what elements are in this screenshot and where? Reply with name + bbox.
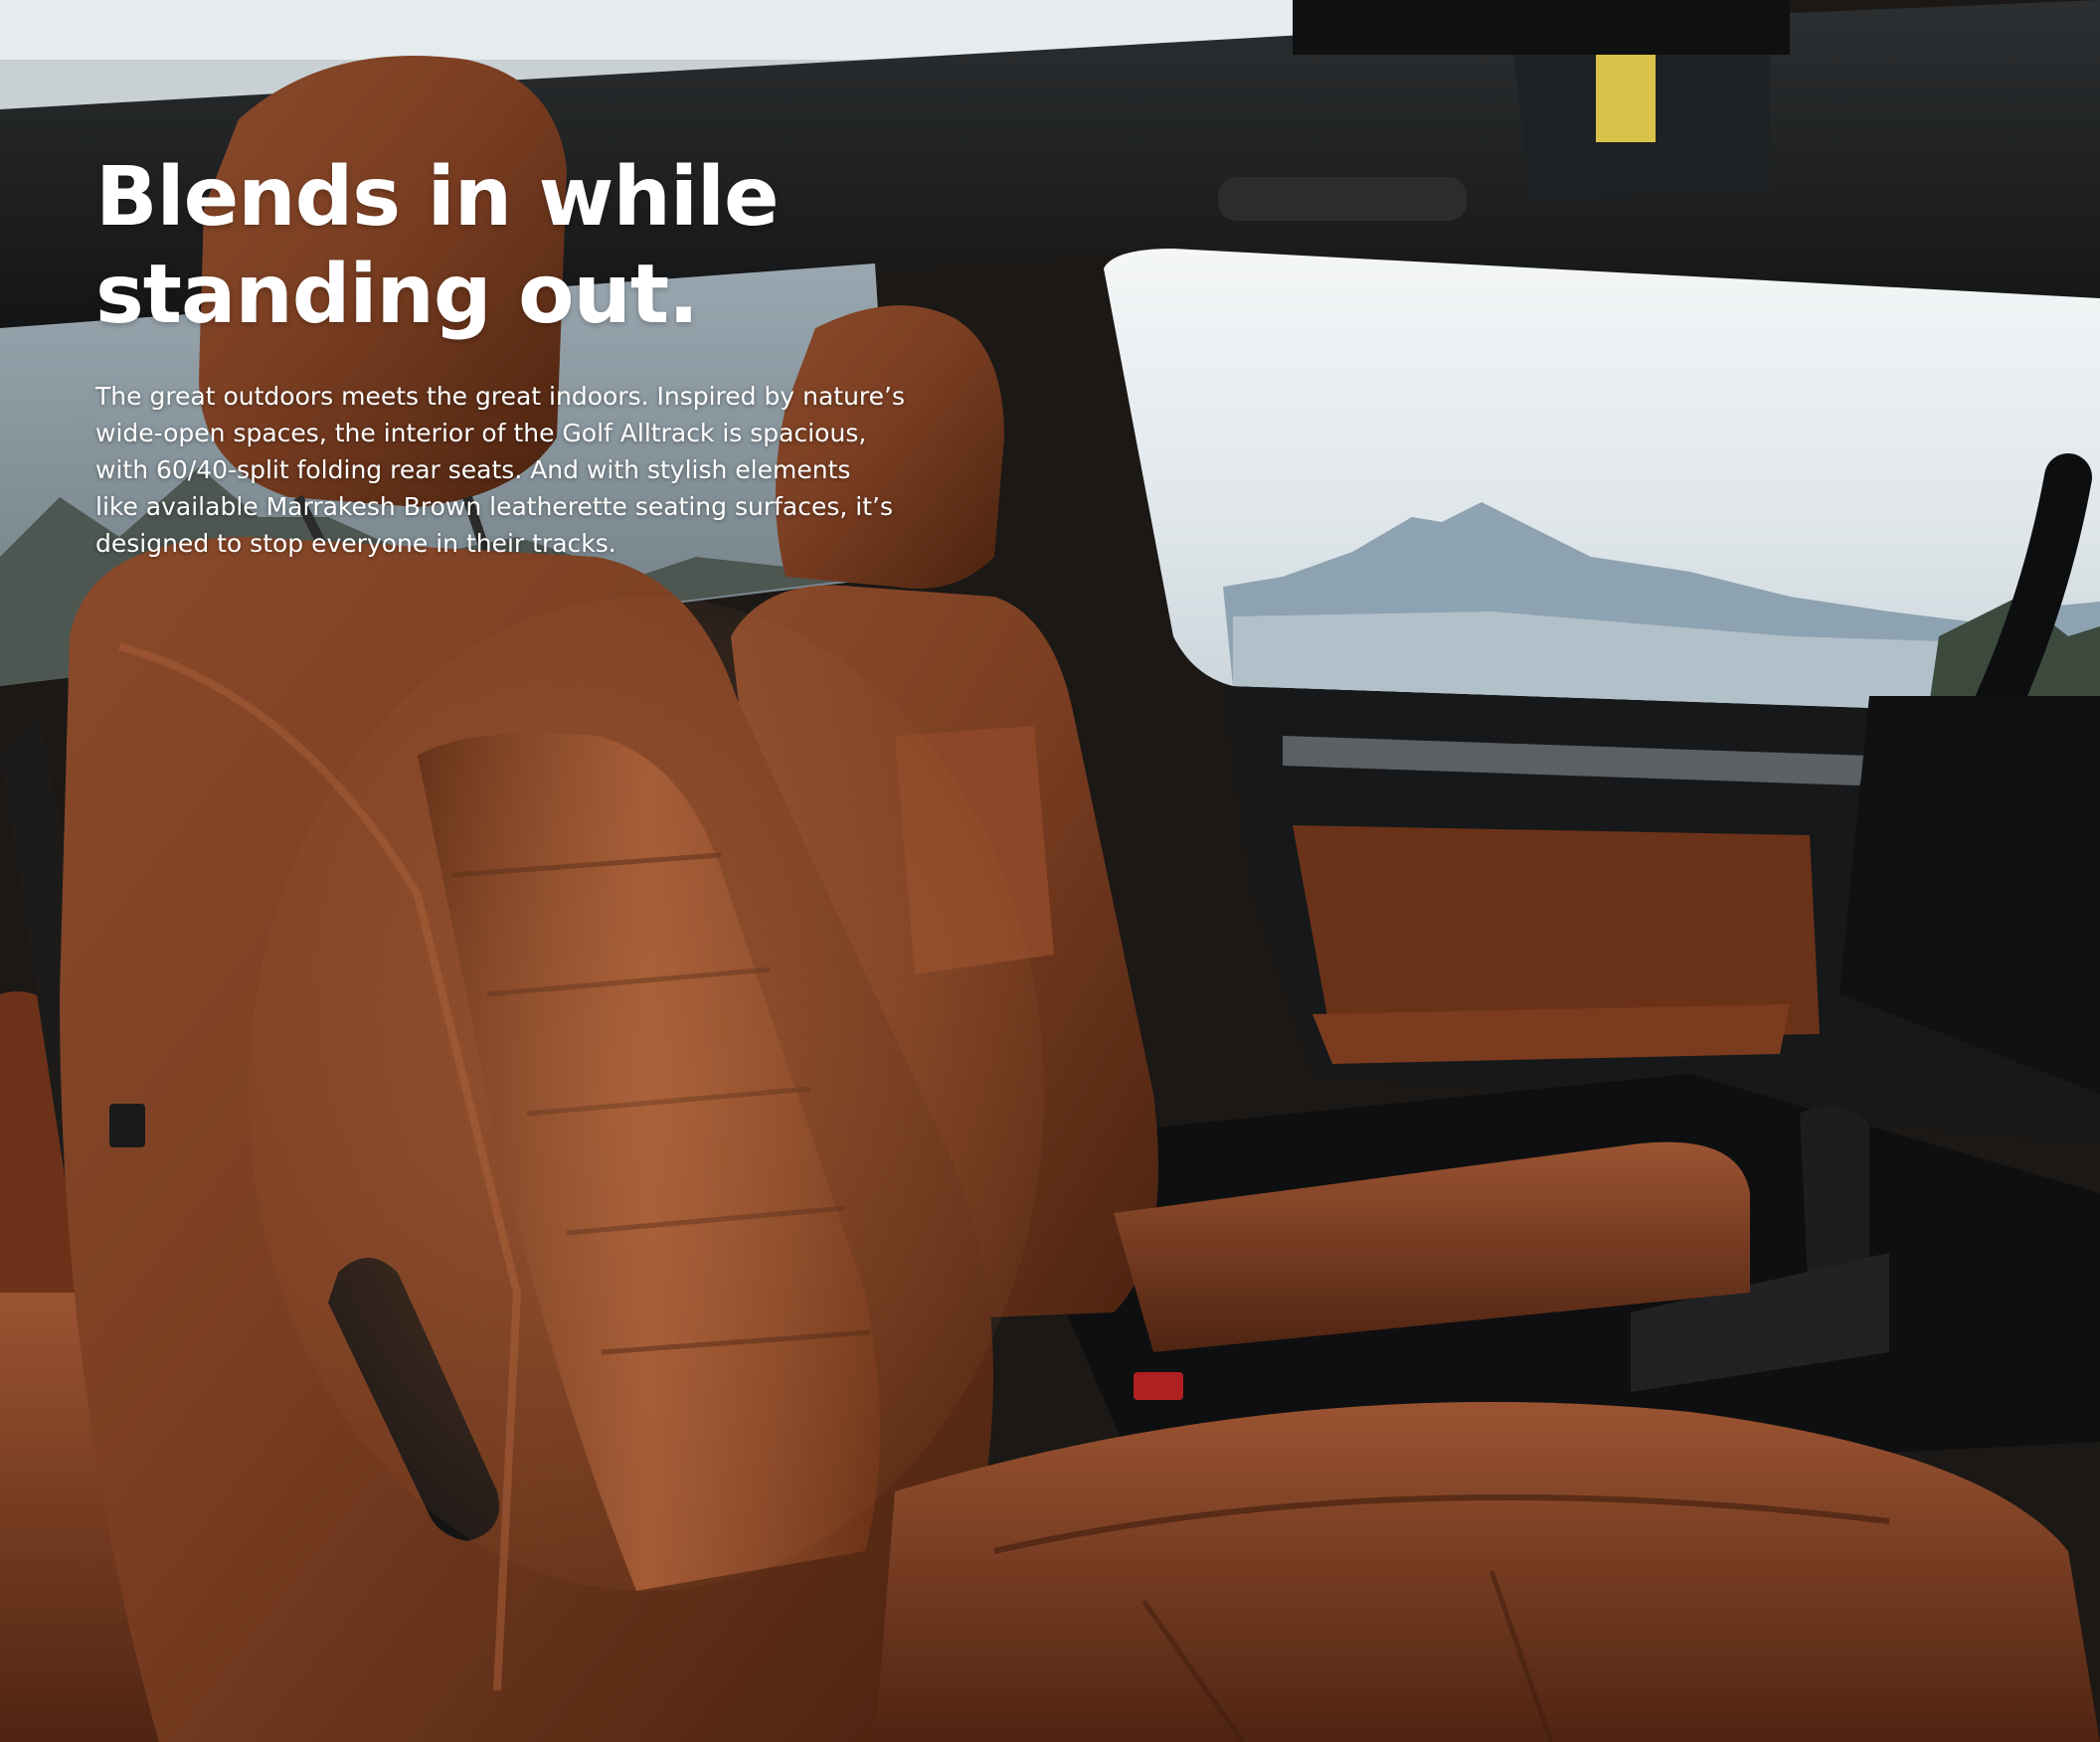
- body-line: like available Marrakesh Brown leatheret…: [95, 492, 894, 521]
- body-line: wide-open spaces, the interior of the Go…: [95, 419, 867, 447]
- headline-line: standing out.: [95, 248, 699, 342]
- copy-block: Blends in while standing out. The great …: [95, 149, 970, 562]
- headline-line: Blends in while: [95, 150, 780, 245]
- headline: Blends in while standing out.: [95, 149, 970, 344]
- body-line: designed to stop everyone in their track…: [95, 529, 616, 558]
- body-line: with 60/40-split folding rear seats. And…: [95, 455, 851, 484]
- body-line: The great outdoors meets the great indoo…: [95, 382, 905, 411]
- body-paragraph: The great outdoors meets the great indoo…: [95, 378, 970, 562]
- brochure-page: Blends in while standing out. The great …: [0, 0, 2100, 1742]
